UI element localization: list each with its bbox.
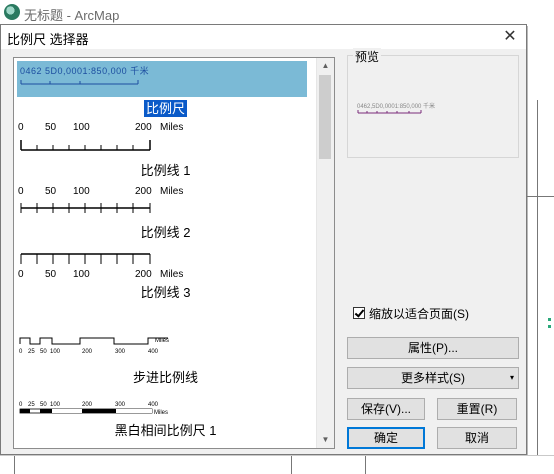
fit-to-page-option[interactable]: 缩放以适合页面(S) [353,305,469,321]
scale-bar-style-list[interactable]: 0462 5D0,0001:850,000 千米 比例尺 0 50 100 20… [13,57,335,449]
dropdown-arrow-icon: ▾ [509,373,514,382]
list-item[interactable]: Miles 0 25 50 100 200 300 400 步进比例线 [14,334,317,388]
fit-to-page-checkbox[interactable] [353,307,365,319]
map-guide-line [537,100,538,460]
list-item-label: 比例线 2 [140,225,191,240]
close-icon: ✕ [503,28,517,45]
svg-text:100: 100 [73,269,90,280]
map-guide-line [527,196,554,197]
stepped-scale-line-sample: Miles 0 25 50 100 200 300 400 [19,337,169,355]
svg-text:25: 25 [28,402,35,408]
preview-content: 0462,5D0,0001:850,000 千米 [353,87,513,127]
app-title: 无标题 - ArcMap [24,8,120,23]
scroll-down-arrow-icon[interactable]: ▼ [317,432,334,448]
dialog-titlebar: 比例尺 选择器 ✕ [1,25,526,49]
svg-text:0: 0 [19,349,23,355]
svg-text:50: 50 [40,349,47,355]
arcmap-logo-icon [4,4,20,20]
svg-text:Miles: Miles [160,122,183,133]
ok-button[interactable]: 确定 [347,427,425,449]
svg-text:200: 200 [135,269,152,280]
scroll-up-arrow-icon[interactable]: ▲ [317,58,334,74]
svg-text:Miles: Miles [155,338,169,344]
svg-text:50: 50 [45,186,57,197]
preview-label: 预览 [353,48,382,65]
scale-line-sample: 0 50 100 200 Miles [18,253,183,280]
svg-text:50: 50 [45,122,57,133]
svg-text:300: 300 [115,349,126,355]
svg-text:200: 200 [135,122,152,133]
reset-button[interactable]: 重置(R) [437,398,517,420]
svg-text:400: 400 [148,349,159,355]
svg-text:100: 100 [50,402,61,408]
list-item-label: 黑白相间比例尺 1 [114,423,217,438]
svg-text:25: 25 [28,349,35,355]
list-scrollbar[interactable]: ▲ ▼ [316,58,334,448]
more-styles-button[interactable]: 更多样式(S) ▾ [347,367,519,389]
map-area [527,26,554,473]
scale-line-sample: 0 50 100 200 Miles [18,122,183,151]
svg-text:200: 200 [135,186,152,197]
svg-text:Miles: Miles [154,410,168,416]
scale-line-sample: 0 50 100 200 Miles [18,186,183,213]
list-item-label: 比例线 3 [140,285,191,300]
close-button[interactable]: ✕ [498,25,522,49]
properties-button[interactable]: 属性(P)... [347,337,519,359]
status-bar [0,455,554,474]
fit-to-page-label: 缩放以适合页面(S) [369,306,469,321]
list-item-label: 步进比例线 [132,370,198,385]
svg-text:50: 50 [45,269,57,280]
svg-text:300: 300 [115,402,126,408]
svg-text:0: 0 [18,122,24,133]
svg-text:400: 400 [148,402,159,408]
list-item-label: 比例尺 [143,100,187,117]
app-titlebar: 无标题 - ArcMap [0,0,554,26]
list-item-label: 比例线 1 [140,163,191,178]
list-item[interactable]: 0 50 100 200 Miles 比例线 2 [14,184,317,242]
map-marker [548,325,551,328]
scroll-thumb[interactable] [319,75,331,159]
svg-text:0: 0 [18,186,24,197]
svg-text:200: 200 [82,349,93,355]
svg-text:0: 0 [18,269,24,280]
scale-bar-selector-dialog: 比例尺 选择器 ✕ 0462 5D0,0001:850,000 千米 比例尺 0… [0,24,527,455]
svg-text:Miles: Miles [160,186,183,197]
list-item[interactable]: 0462 5D0,0001:850,000 千米 比例尺 [14,58,317,117]
svg-text:Miles: Miles [160,269,183,280]
scale-text-sample: 0462 5D0,0001:850,000 千米 [20,66,150,76]
dialog-title: 比例尺 选择器 [7,32,89,47]
svg-text:100: 100 [73,122,90,133]
list-item[interactable]: 0 25 50 100 200 300 400 Miles 黑白相间比例尺 1 [14,400,317,442]
list-item[interactable]: 0 50 100 200 Miles 比例线 1 [14,120,317,180]
alternating-scale-bar-sample: 0 25 50 100 200 300 400 Miles [19,402,168,416]
cancel-button[interactable]: 取消 [437,427,517,449]
svg-text:100: 100 [50,349,61,355]
svg-text:50: 50 [40,402,47,408]
list-item[interactable]: 0 50 100 200 Miles 比例线 3 [14,244,317,304]
map-marker [548,318,551,321]
svg-text:0: 0 [19,402,23,408]
preview-scale-bar [357,110,422,114]
scale-bar-sample [20,80,139,85]
svg-text:200: 200 [82,402,93,408]
svg-text:100: 100 [73,186,90,197]
save-button[interactable]: 保存(V)... [347,398,425,420]
